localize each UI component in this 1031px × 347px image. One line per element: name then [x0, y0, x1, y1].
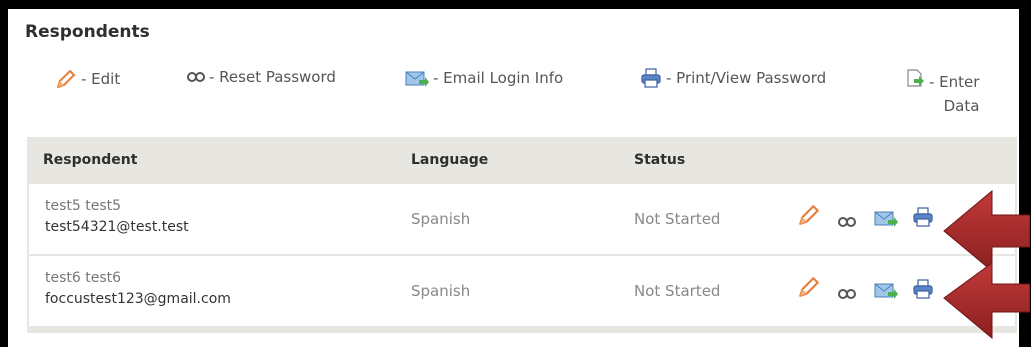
respondent-language: Spanish	[411, 210, 471, 228]
printer-icon[interactable]	[912, 206, 934, 232]
legend-print-label: - Print/View Password	[666, 69, 827, 87]
column-header-status[interactable]: Status	[634, 152, 685, 168]
respondent-name: test6 test6	[45, 270, 122, 286]
link-icon[interactable]	[838, 213, 856, 232]
pencil-icon[interactable]	[797, 203, 821, 231]
pencil-icon	[55, 68, 77, 90]
legend-edit: - Edit	[55, 68, 120, 90]
legend-reset-password: - Reset Password	[187, 68, 336, 86]
respondent-name: test5 test5	[45, 198, 122, 214]
link-icon[interactable]	[838, 285, 856, 304]
respondent-email: test54321@test.test	[45, 219, 189, 235]
table-row: test6 test6 foccustest123@gmail.com Span…	[29, 256, 1015, 326]
legend-edit-label: - Edit	[81, 70, 121, 88]
printer-icon[interactable]	[912, 278, 934, 304]
respondent-status: Not Started	[634, 210, 721, 228]
printer-icon	[640, 68, 662, 88]
respondents-table: Respondent Language Status test5 test5 t…	[27, 137, 1017, 333]
legend-enter-label-1: - Enter	[929, 72, 980, 91]
column-header-language[interactable]: Language	[411, 152, 488, 168]
legend-email-label: - Email Login Info	[433, 69, 564, 87]
legend-print-password: - Print/View Password	[640, 68, 826, 88]
respondent-status: Not Started	[634, 282, 721, 300]
legend-email-login: - Email Login Info	[405, 68, 563, 88]
legend-enter-data: - Enter Data	[905, 68, 979, 119]
legend-enter-label-2: Data	[943, 97, 980, 115]
email-icon	[405, 68, 429, 88]
pencil-icon[interactable]	[797, 275, 821, 303]
legend-reset-label: - Reset Password	[209, 68, 336, 86]
screenshot-border-left	[0, 0, 8, 347]
table-header: Respondent Language Status	[27, 137, 1017, 183]
respondent-email: foccustest123@gmail.com	[45, 291, 231, 307]
screenshot-border-top	[0, 0, 1031, 9]
enter-data-icon	[905, 68, 925, 96]
column-header-respondent[interactable]: Respondent	[43, 152, 137, 168]
annotation-arrow-row1	[943, 189, 1030, 273]
email-icon[interactable]	[874, 208, 898, 232]
annotation-arrow-row2	[943, 262, 1030, 340]
respondent-language: Spanish	[411, 282, 471, 300]
section-title: Respondents	[25, 22, 150, 42]
link-icon	[187, 71, 205, 83]
table-row: test5 test5 test54321@test.test Spanish …	[29, 184, 1015, 254]
email-icon[interactable]	[874, 280, 898, 304]
